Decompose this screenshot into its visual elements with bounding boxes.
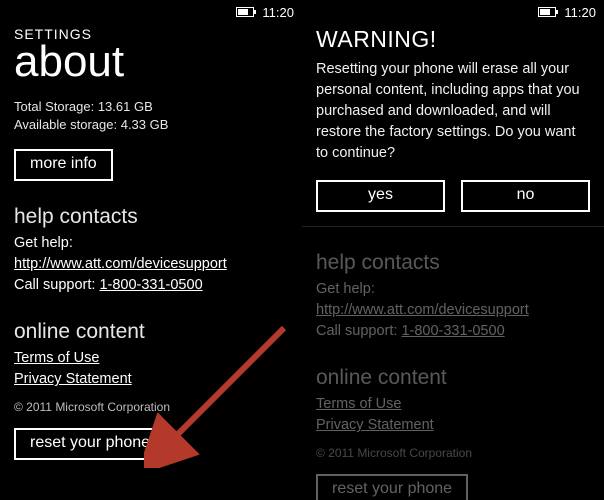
warning-title: WARNING! bbox=[316, 26, 590, 53]
total-storage: Total Storage: 13.61 GB bbox=[14, 98, 288, 116]
copyright-text: © 2011 Microsoft Corporation bbox=[316, 446, 590, 460]
privacy-statement-link[interactable]: Privacy Statement bbox=[14, 371, 132, 387]
online-content-heading: online content bbox=[14, 320, 288, 344]
reset-your-phone-button[interactable]: reset your phone bbox=[14, 428, 166, 460]
more-info-button[interactable]: more info bbox=[14, 149, 113, 181]
yes-button[interactable]: yes bbox=[316, 180, 445, 212]
call-support-label: Call support: bbox=[316, 323, 401, 339]
status-time: 11:20 bbox=[262, 5, 294, 20]
battery-icon bbox=[236, 7, 254, 17]
status-time: 11:20 bbox=[564, 5, 596, 20]
no-button[interactable]: no bbox=[461, 180, 590, 212]
get-help-label: Get help: bbox=[14, 235, 73, 251]
storage-info: Total Storage: 13.61 GB Available storag… bbox=[14, 98, 288, 133]
screen-settings-about: 11:20 SETTINGS about Total Storage: 13.6… bbox=[0, 0, 302, 500]
privacy-statement-link: Privacy Statement bbox=[316, 417, 434, 433]
background-dimmed-content: help contacts Get help: http://www.att.c… bbox=[302, 251, 604, 500]
call-support-label: Call support: bbox=[14, 277, 99, 293]
battery-icon bbox=[538, 7, 556, 17]
get-help-line: Get help: http://www.att.com/devicesuppo… bbox=[14, 233, 288, 275]
status-bar: 11:20 bbox=[302, 0, 604, 22]
support-phone-link: 1-800-331-0500 bbox=[401, 323, 504, 339]
help-url-link[interactable]: http://www.att.com/devicesupport bbox=[14, 256, 227, 272]
status-bar: 11:20 bbox=[0, 0, 302, 22]
warning-body: Resetting your phone will erase all your… bbox=[316, 59, 590, 164]
available-storage: Available storage: 4.33 GB bbox=[14, 116, 288, 134]
help-contacts-heading: help contacts bbox=[316, 251, 590, 275]
page-title: about bbox=[14, 40, 288, 84]
terms-of-use-link: Terms of Use bbox=[316, 396, 401, 412]
copyright-text: © 2011 Microsoft Corporation bbox=[14, 400, 288, 414]
reset-your-phone-button: reset your phone bbox=[316, 474, 468, 500]
support-phone-link[interactable]: 1-800-331-0500 bbox=[99, 277, 202, 293]
help-contacts-heading: help contacts bbox=[14, 205, 288, 229]
terms-of-use-link[interactable]: Terms of Use bbox=[14, 350, 99, 366]
help-url-link: http://www.att.com/devicesupport bbox=[316, 302, 529, 318]
warning-dialog: WARNING! Resetting your phone will erase… bbox=[302, 26, 604, 227]
screen-reset-warning: 11:20 WARNING! Resetting your phone will… bbox=[302, 0, 604, 500]
online-content-heading: online content bbox=[316, 366, 590, 390]
get-help-label: Get help: bbox=[316, 281, 375, 297]
call-support-line: Call support: 1-800-331-0500 bbox=[14, 275, 288, 296]
